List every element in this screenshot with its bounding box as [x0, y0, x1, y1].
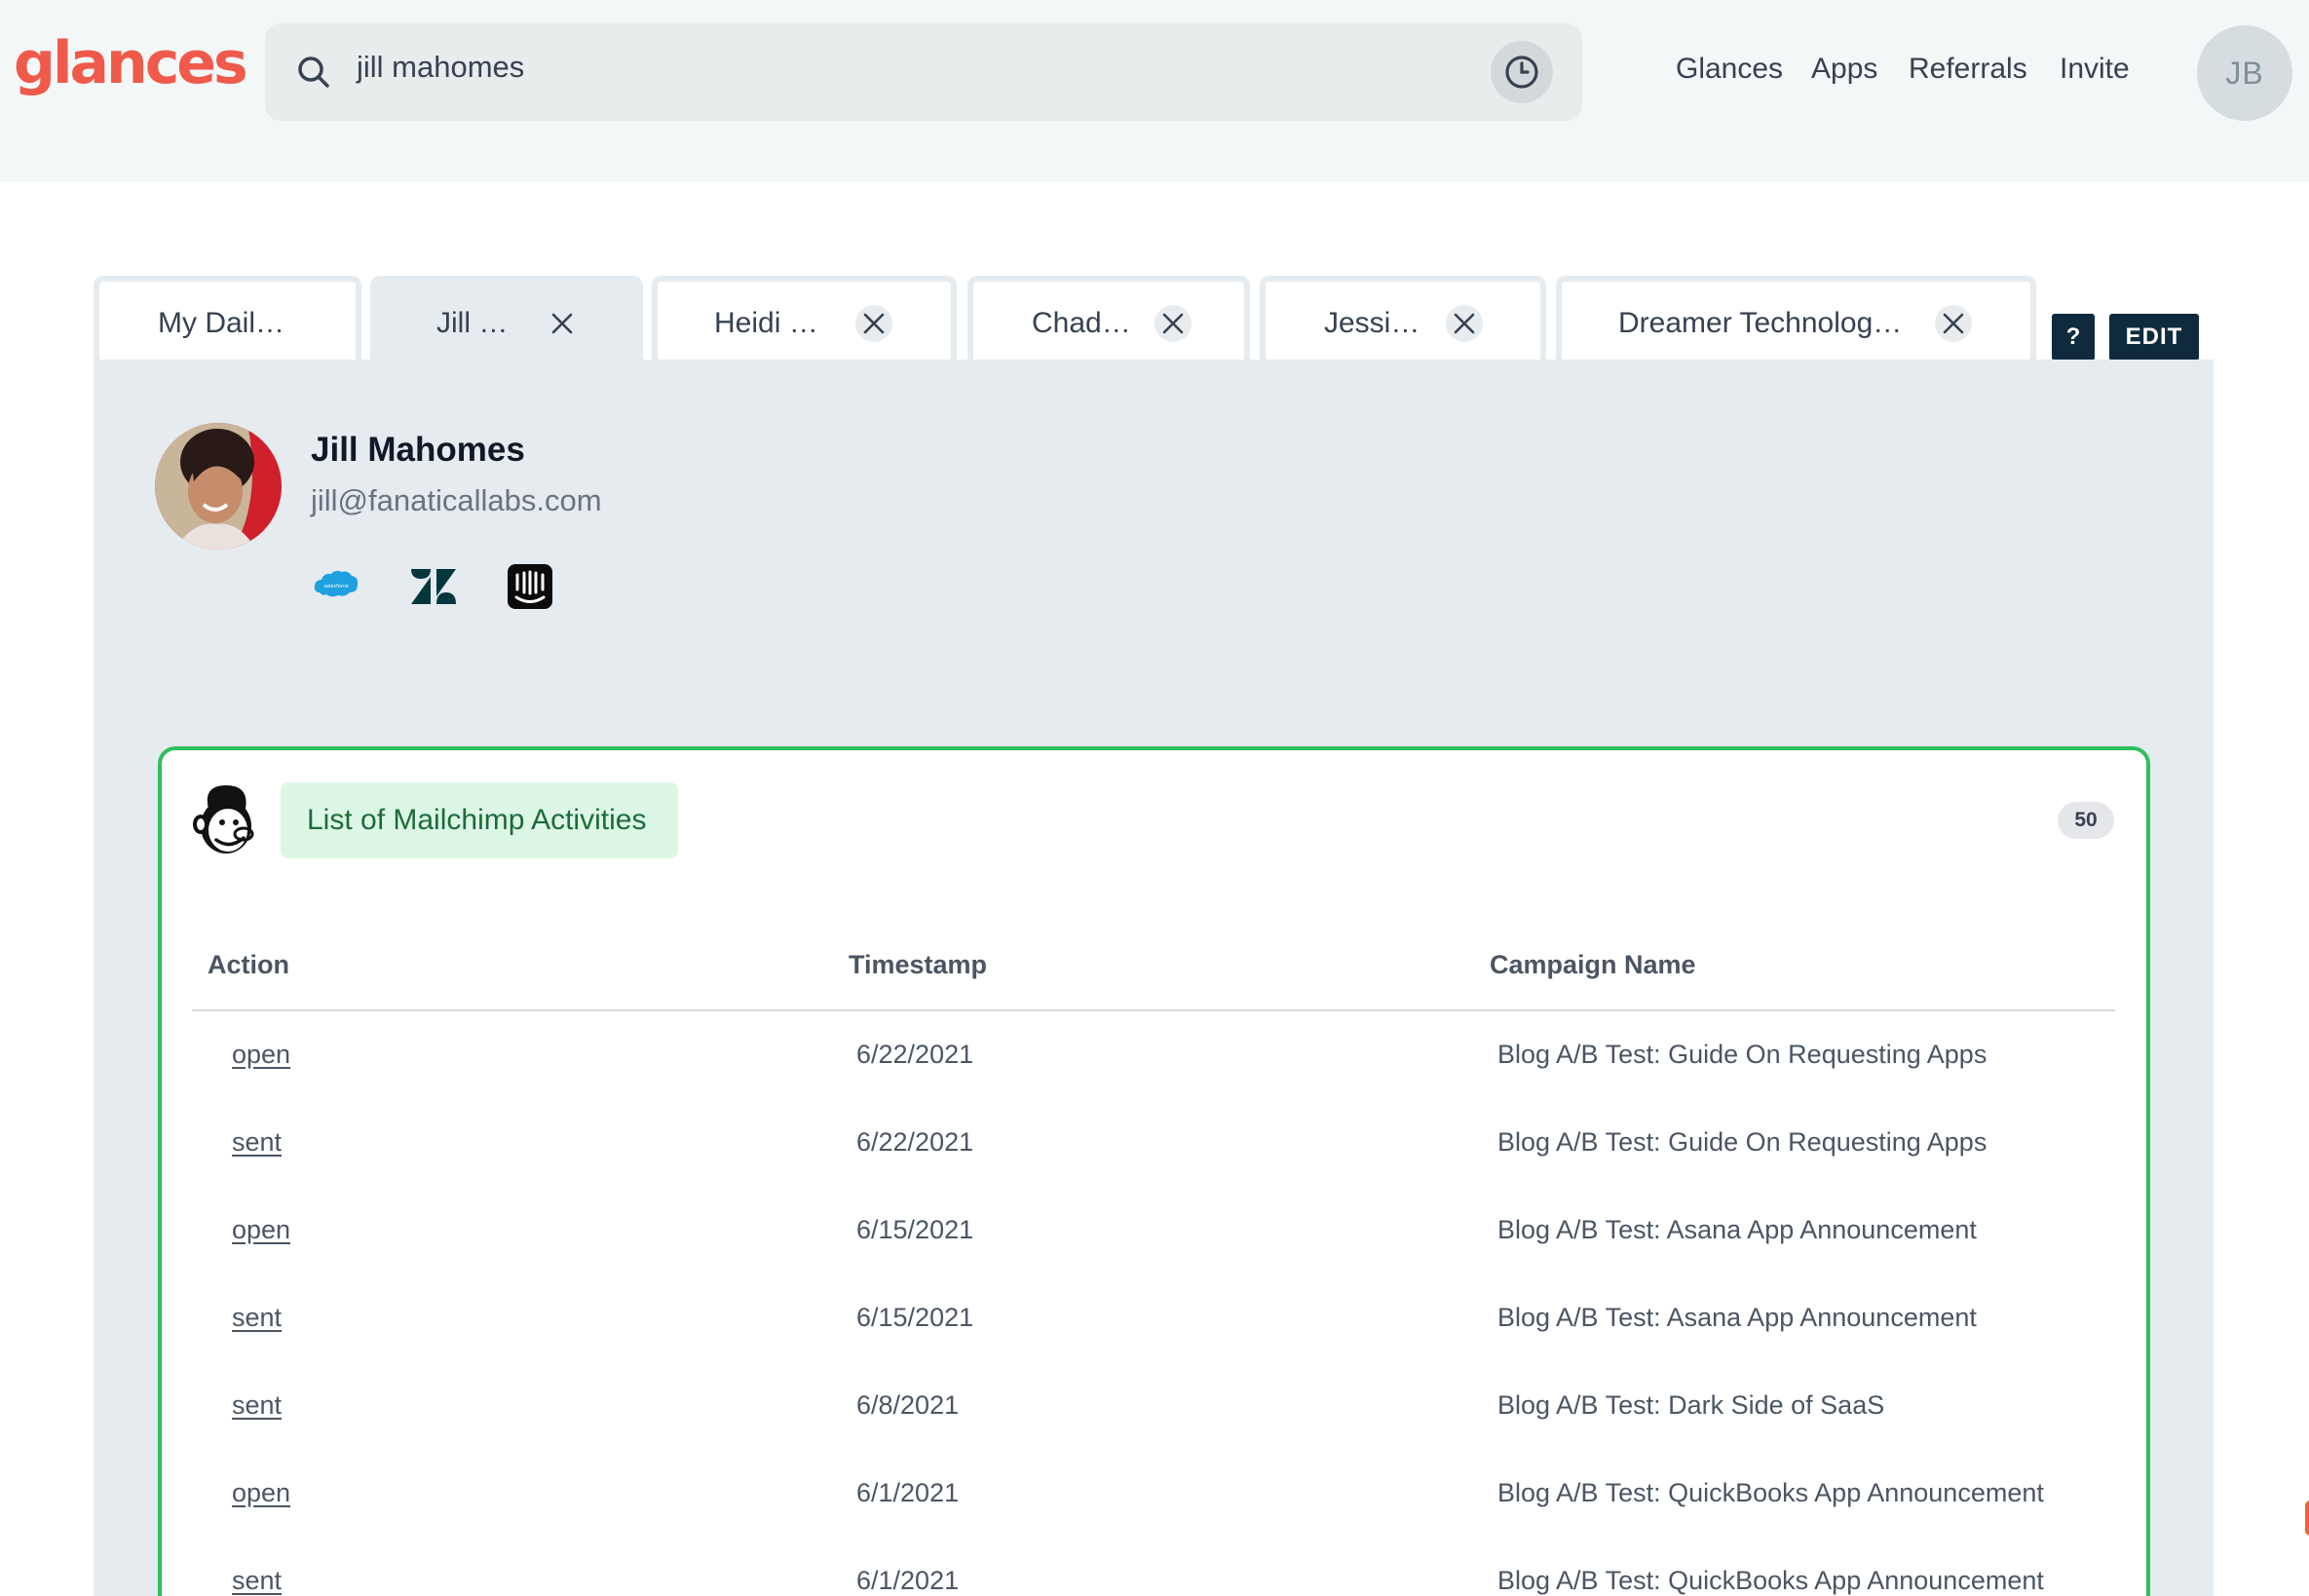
row-action-link[interactable]: open — [232, 1215, 290, 1245]
profile-email[interactable]: jill@fanaticallabs.com — [311, 483, 602, 518]
profile-photo — [155, 423, 282, 550]
salesforce-wordmark: salesforce — [323, 584, 348, 589]
tab-heidi[interactable]: Heidi … — [652, 276, 957, 360]
row-timestamp: 6/22/2021 — [856, 1040, 974, 1069]
column-header-campaign[interactable]: Campaign Name — [1490, 950, 1696, 980]
glances-logo[interactable]: glances — [14, 29, 248, 97]
card-title[interactable]: List of Mailchimp Activities — [281, 782, 678, 858]
tab-label: Jill … — [436, 307, 509, 339]
mailchimp-activities-card — [158, 746, 2150, 1596]
row-campaign: Blog A/B Test: Dark Side of SaaS — [1497, 1390, 1885, 1420]
nav-invite[interactable]: Invite — [2060, 53, 2130, 86]
close-icon — [1162, 313, 1184, 334]
row-campaign: Blog A/B Test: QuickBooks App Announceme… — [1497, 1478, 2044, 1507]
row-campaign: Blog A/B Test: Asana App Announcement — [1497, 1215, 1977, 1244]
row-timestamp: 6/8/2021 — [856, 1390, 960, 1420]
header-divider — [192, 1009, 2115, 1011]
count-badge: 50 — [2058, 802, 2114, 839]
column-header-action[interactable]: Action — [208, 950, 289, 980]
column-header-timestamp[interactable]: Timestamp — [849, 950, 987, 980]
side-widget-handle[interactable] — [2305, 1501, 2309, 1536]
row-action-link[interactable]: open — [232, 1478, 290, 1508]
row-action-link[interactable]: sent — [232, 1303, 282, 1333]
row-timestamp: 6/15/2021 — [856, 1215, 974, 1244]
tab-label: Dreamer Technolog… — [1618, 307, 1903, 339]
row-action-link[interactable]: sent — [232, 1566, 282, 1596]
close-icon — [863, 313, 885, 334]
help-button[interactable]: ? — [2052, 314, 2095, 361]
profile-name: Jill Mahomes — [311, 431, 525, 469]
close-icon — [551, 313, 573, 334]
row-timestamp: 6/1/2021 — [856, 1478, 960, 1507]
nav-apps[interactable]: Apps — [1811, 53, 1877, 86]
intercom-icon[interactable] — [506, 563, 554, 610]
tab-label: Chad… — [1032, 307, 1131, 339]
row-action-link[interactable]: open — [232, 1040, 290, 1070]
tab-close-button[interactable] — [1935, 305, 1972, 342]
top-bar: glances jill mahomes Glances Apps Referr… — [0, 0, 2309, 182]
tab-close-button[interactable] — [855, 305, 892, 342]
row-campaign: Blog A/B Test: Guide On Requesting Apps — [1497, 1040, 1987, 1069]
nav-referrals[interactable]: Referrals — [1909, 53, 2027, 86]
nav-glances[interactable]: Glances — [1676, 53, 1783, 86]
tab-close-button[interactable] — [544, 305, 581, 342]
row-campaign: Blog A/B Test: Asana App Announcement — [1497, 1303, 1977, 1332]
close-icon — [1943, 313, 1964, 334]
tab-close-button[interactable] — [1446, 305, 1483, 342]
tab-chad[interactable]: Chad… — [967, 276, 1250, 360]
tab-my-daily[interactable]: My Dail… — [94, 276, 361, 360]
row-timestamp: 6/1/2021 — [856, 1566, 960, 1595]
search-bar[interactable]: jill mahomes — [265, 23, 1582, 121]
user-avatar[interactable]: JB — [2197, 25, 2292, 121]
row-timestamp: 6/22/2021 — [856, 1127, 974, 1157]
close-icon — [1454, 313, 1475, 334]
tab-label: Jessi… — [1324, 307, 1420, 339]
row-timestamp: 6/15/2021 — [856, 1303, 974, 1332]
row-action-link[interactable]: sent — [232, 1390, 282, 1421]
search-icon — [298, 57, 329, 88]
edit-button[interactable]: EDIT — [2109, 314, 2199, 361]
tab-jessi[interactable]: Jessi… — [1260, 276, 1546, 360]
tab-dreamer-technologies[interactable]: Dreamer Technolog… — [1556, 276, 2036, 360]
tab-close-button[interactable] — [1154, 305, 1192, 342]
salesforce-icon[interactable]: salesforce — [312, 563, 360, 610]
tab-label: My Dail… — [158, 307, 285, 339]
row-campaign: Blog A/B Test: QuickBooks App Announceme… — [1497, 1566, 2044, 1595]
search-input[interactable]: jill mahomes — [357, 50, 524, 85]
row-action-link[interactable]: sent — [232, 1127, 282, 1158]
tab-jill[interactable]: Jill … — [370, 276, 643, 360]
zendesk-icon[interactable] — [409, 563, 458, 610]
search-history-button[interactable] — [1491, 41, 1553, 103]
row-campaign: Blog A/B Test: Guide On Requesting Apps — [1497, 1127, 1987, 1157]
mailchimp-icon — [187, 779, 265, 861]
clock-icon — [1505, 56, 1538, 89]
tab-label: Heidi … — [714, 307, 818, 339]
